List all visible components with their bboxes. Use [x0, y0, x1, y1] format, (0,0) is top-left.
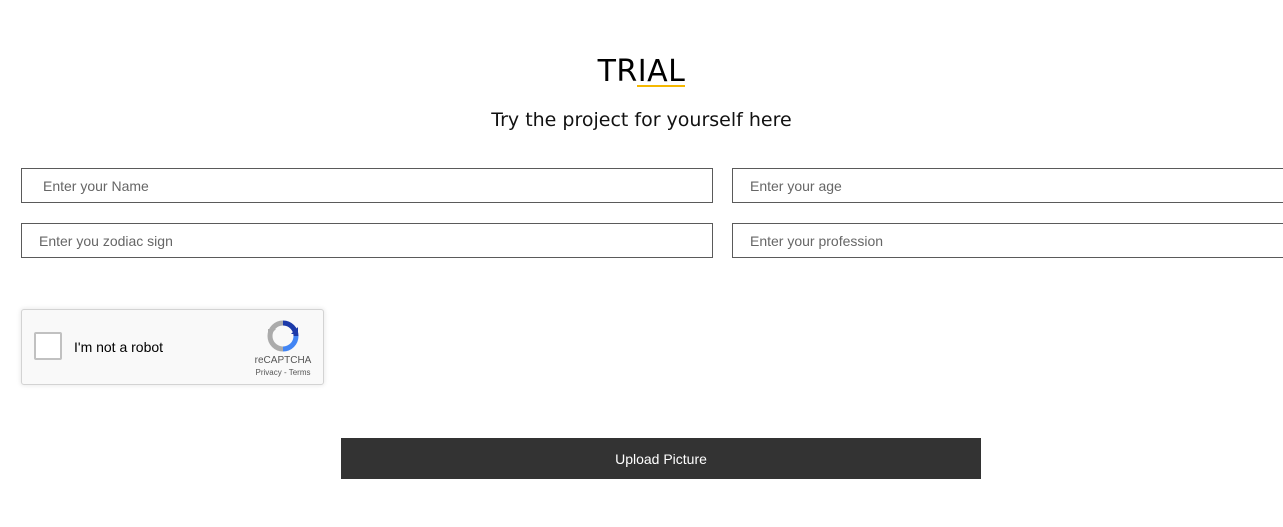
upload-picture-button[interactable]: Upload Picture	[341, 438, 981, 479]
link-separator: -	[281, 368, 289, 377]
recaptcha-widget: I'm not a robot reCAPTCHA Privacy - Term…	[21, 309, 324, 385]
name-input[interactable]	[21, 168, 713, 203]
page-title: TRIAL	[597, 54, 686, 90]
recaptcha-checkbox[interactable]	[34, 332, 62, 360]
recaptcha-brand: reCAPTCHA	[254, 355, 312, 366]
recaptcha-logo-icon	[267, 320, 299, 352]
terms-link[interactable]: Terms	[289, 368, 311, 377]
privacy-link[interactable]: Privacy	[256, 368, 282, 377]
age-input[interactable]	[732, 168, 1283, 203]
recaptcha-links: Privacy - Terms	[245, 368, 321, 377]
page-subtitle: Try the project for yourself here	[491, 109, 792, 131]
recaptcha-label: I'm not a robot	[74, 339, 164, 355]
profession-input[interactable]	[732, 223, 1283, 258]
zodiac-sign-input[interactable]	[21, 223, 713, 258]
title-underline	[637, 85, 685, 87]
